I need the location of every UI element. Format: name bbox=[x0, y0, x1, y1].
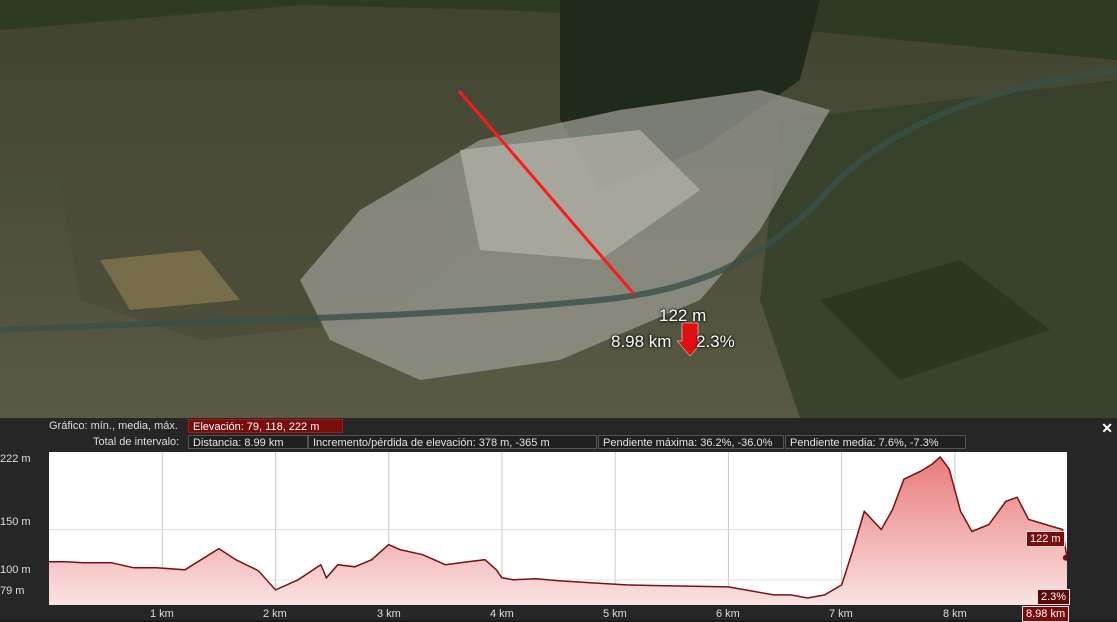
marker-elevation: 122 m bbox=[659, 306, 707, 325]
y-tick-label: 79 m bbox=[0, 585, 25, 597]
x-tick-label: 4 km bbox=[490, 608, 514, 620]
interval-label: Total de intervalo: bbox=[93, 436, 180, 448]
marker-slope: 2.3% bbox=[696, 332, 735, 351]
elevation-chart-svg bbox=[49, 452, 1069, 605]
distance-stat[interactable]: Distancia: 8.99 km bbox=[188, 435, 308, 449]
elevation-area bbox=[49, 457, 1067, 605]
satellite-map-view[interactable]: 122 m 8.98 km 2.3% bbox=[0, 0, 1117, 418]
satellite-imagery bbox=[0, 0, 1117, 418]
x-tick-label: 3 km bbox=[377, 608, 401, 620]
graph-label: Gráfico: mín., media, máx. bbox=[49, 420, 178, 432]
x-tick-label: 2 km bbox=[263, 608, 287, 620]
y-tick-label: 100 m bbox=[0, 564, 31, 576]
close-icon[interactable]: ✕ bbox=[1101, 420, 1113, 437]
x-tick-label: 7 km bbox=[829, 608, 853, 620]
y-tick-label: 222 m bbox=[0, 453, 31, 465]
avg-slope-stat[interactable]: Pendiente media: 7.6%, -7.3% bbox=[785, 435, 966, 449]
cursor-elevation-tag: 122 m bbox=[1026, 531, 1065, 547]
cursor-slope-tag: 2.3% bbox=[1037, 589, 1071, 605]
max-slope-stat[interactable]: Pendiente máxima: 36.2%, -36.0% bbox=[598, 435, 784, 449]
gain-loss-stat[interactable]: Incremento/pérdida de elevación: 378 m, … bbox=[308, 435, 597, 449]
elevation-stat[interactable]: Elevación: 79, 118, 222 m bbox=[188, 419, 343, 433]
marker-distance: 8.98 km bbox=[611, 332, 672, 351]
x-tick-label: 6 km bbox=[716, 608, 740, 620]
x-tick-label: 1 km bbox=[150, 608, 174, 620]
elevation-profile-panel: Gráfico: mín., media, máx. Elevación: 79… bbox=[0, 418, 1117, 622]
x-tick-label: 8 km bbox=[943, 608, 967, 620]
elevation-chart[interactable] bbox=[49, 452, 1069, 605]
x-tick-label: 5 km bbox=[603, 608, 627, 620]
y-tick-label: 150 m bbox=[0, 516, 31, 528]
